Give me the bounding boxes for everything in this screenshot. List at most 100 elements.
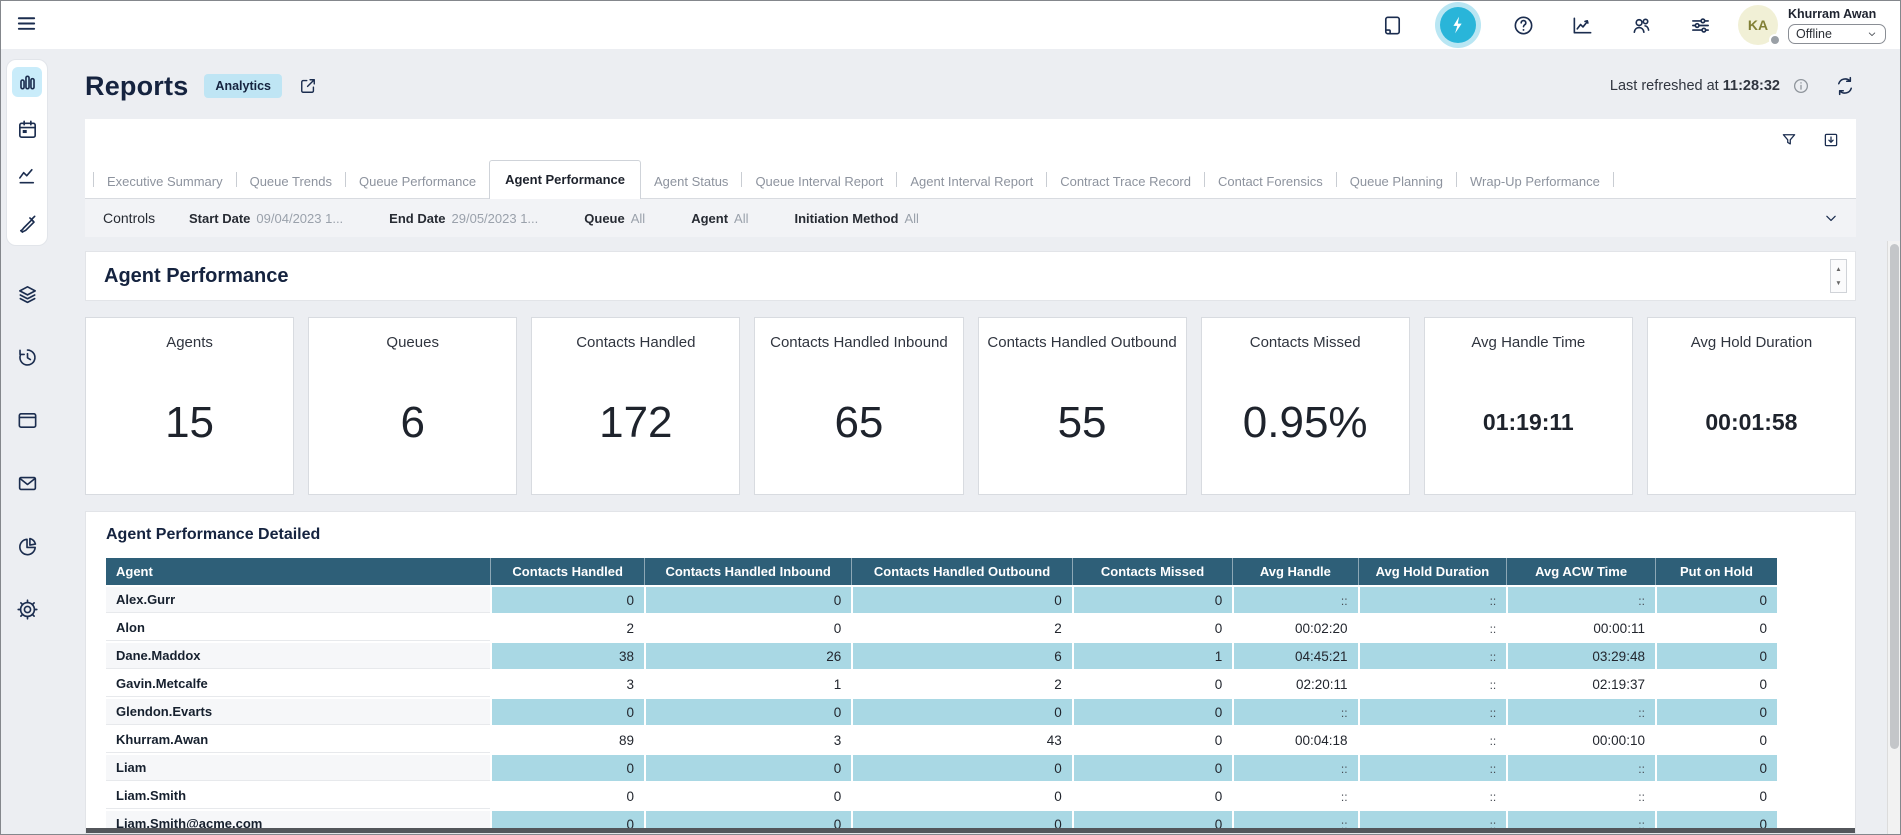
kpi-label: Avg Hold Duration xyxy=(1691,334,1812,351)
column-header-contacts-handled-inbound[interactable]: Contacts Handled Inbound xyxy=(644,558,851,585)
tab-agent-status[interactable]: Agent Status xyxy=(641,165,741,198)
column-header-contacts-handled-outbound[interactable]: Contacts Handled Outbound xyxy=(851,558,1072,585)
column-header-contacts-missed[interactable]: Contacts Missed xyxy=(1072,558,1232,585)
agent-name-cell: Liam xyxy=(106,755,490,781)
metric-cell: :: xyxy=(1506,587,1655,613)
vertical-scrollbar[interactable] xyxy=(1887,241,1900,834)
help-button[interactable] xyxy=(1512,14,1535,37)
sidebar-item-layers[interactable] xyxy=(12,279,42,309)
spinner-down-icon: ▼ xyxy=(1835,280,1841,287)
avatar[interactable]: KA xyxy=(1738,5,1778,45)
note-button[interactable] xyxy=(1381,14,1404,37)
kpi-card-agents: Agents15 xyxy=(85,317,294,495)
sidebar-item-history[interactable] xyxy=(12,342,42,372)
column-header-avg-handle[interactable]: Avg Handle xyxy=(1232,558,1357,585)
metric-cell: :: xyxy=(1506,755,1655,781)
info-icon[interactable] xyxy=(1792,77,1810,95)
sidebar-item-bar-chart[interactable] xyxy=(12,67,42,97)
tab-agent-performance[interactable]: Agent Performance xyxy=(489,160,641,199)
tab-contract-trace-record[interactable]: Contract Trace Record xyxy=(1047,165,1204,198)
vertical-scrollbar-thumb[interactable] xyxy=(1890,244,1899,749)
metric-cell: 0 xyxy=(1072,615,1232,641)
controls-filters: Start Date09/04/2023 1... End Date29/05/2… xyxy=(189,211,919,226)
filter-value: All xyxy=(904,211,918,226)
refresh-button[interactable] xyxy=(1834,75,1856,97)
metric-cell: 2 xyxy=(490,615,644,641)
kpi-label: Agents xyxy=(166,334,213,351)
filter-button[interactable] xyxy=(1780,131,1798,149)
column-header-avg-acw-time[interactable]: Avg ACW Time xyxy=(1506,558,1655,585)
analytics-icon xyxy=(1571,14,1594,37)
tab-queue-trends[interactable]: Queue Trends xyxy=(237,165,345,198)
sidebar-item-mail[interactable] xyxy=(12,468,42,498)
metric-cell: 0 xyxy=(851,699,1072,725)
tab-wrap-up-performance[interactable]: Wrap-Up Performance xyxy=(1457,165,1613,198)
settings-sliders-button[interactable] xyxy=(1689,14,1712,37)
filter-start-date[interactable]: Start Date09/04/2023 1... xyxy=(189,211,343,226)
page-header: Reports Analytics Last refreshed at 11:2… xyxy=(85,49,1856,119)
filter-end-date[interactable]: End Date29/05/2023 1... xyxy=(389,211,538,226)
metric-cell: 0 xyxy=(1655,615,1777,641)
agents-button[interactable] xyxy=(1630,14,1653,37)
kpi-label: Queues xyxy=(386,334,439,351)
metric-cell: 0 xyxy=(851,783,1072,809)
kpi-value: 15 xyxy=(165,351,214,494)
lightning-button[interactable] xyxy=(1440,7,1476,43)
sidebar-item-pie-chart[interactable] xyxy=(12,531,42,561)
sidebar-item-line-chart[interactable] xyxy=(12,161,42,191)
metric-cell: 0 xyxy=(1655,727,1777,753)
column-header-put-on-hold[interactable]: Put on Hold xyxy=(1655,558,1777,585)
sidebar-item-window[interactable] xyxy=(12,405,42,435)
gear-icon xyxy=(16,598,39,621)
filter-initiation-method[interactable]: Initiation MethodAll xyxy=(794,211,918,226)
controls-label: Controls xyxy=(103,210,189,226)
spinner-up-icon: ▲ xyxy=(1835,266,1841,273)
column-header-contacts-handled[interactable]: Contacts Handled xyxy=(490,558,644,585)
tab-queue-interval-report[interactable]: Queue Interval Report xyxy=(742,165,896,198)
kpi-card-contacts-handled-inbound: Contacts Handled Inbound65 xyxy=(754,317,963,495)
report-tabs: Executive SummaryQueue TrendsQueue Perfo… xyxy=(85,161,1856,199)
metric-cell: 3 xyxy=(490,671,644,697)
filter-agent[interactable]: AgentAll xyxy=(691,211,748,226)
analytics-button[interactable] xyxy=(1571,14,1594,37)
tab-agent-interval-report[interactable]: Agent Interval Report xyxy=(897,165,1046,198)
tab-executive-summary[interactable]: Executive Summary xyxy=(94,165,236,198)
horizontal-scrollbar[interactable] xyxy=(86,828,1855,833)
external-link-icon[interactable] xyxy=(298,76,318,96)
tab-queue-planning[interactable]: Queue Planning xyxy=(1337,165,1456,198)
status-dot xyxy=(1769,34,1781,46)
metric-cell: :: xyxy=(1358,615,1507,641)
table-row-khurram-awan: Khurram.Awan89343000:04:18::00:00:100 xyxy=(106,727,1777,753)
filter-label: Queue xyxy=(584,211,624,226)
hamburger-menu-button[interactable] xyxy=(13,12,39,38)
column-header-avg-hold-duration[interactable]: Avg Hold Duration xyxy=(1358,558,1507,585)
sidebar-item-gear[interactable] xyxy=(12,594,42,624)
table-row-liam: Liam0000::::::0 xyxy=(106,755,1777,781)
metric-cell: :: xyxy=(1506,699,1655,725)
metric-cell: 0 xyxy=(644,755,851,781)
metric-cell: 2 xyxy=(851,615,1072,641)
metric-cell: 0 xyxy=(1655,671,1777,697)
section-spinner[interactable]: ▲▼ xyxy=(1830,259,1847,293)
metric-cell: 6 xyxy=(851,643,1072,669)
tab-contact-forensics[interactable]: Contact Forensics xyxy=(1205,165,1336,198)
help-icon xyxy=(1512,14,1535,37)
metric-cell: :: xyxy=(1358,783,1507,809)
kpi-card-contacts-handled: Contacts Handled172 xyxy=(531,317,740,495)
agent-name-cell: Dane.Maddox xyxy=(106,643,490,669)
metric-cell: 0 xyxy=(1072,755,1232,781)
kpi-label: Contacts Handled Outbound xyxy=(987,334,1176,351)
topbar: KA Khurram Awan Offline xyxy=(1,1,1900,49)
agent-name-cell: Alon xyxy=(106,615,490,641)
download-button[interactable] xyxy=(1822,131,1840,149)
detail-table-panel: Agent Performance Detailed AgentContacts… xyxy=(85,511,1856,834)
status-select[interactable]: Offline xyxy=(1788,24,1886,44)
app-window: KA Khurram Awan Offline Reports Analytic… xyxy=(0,0,1901,835)
controls-collapse-chevron[interactable] xyxy=(1822,209,1840,227)
filter-queue[interactable]: QueueAll xyxy=(584,211,645,226)
sidebar-item-calendar[interactable] xyxy=(12,114,42,144)
sidebar-item-design-brush[interactable] xyxy=(12,208,42,238)
column-header-agent[interactable]: Agent xyxy=(106,558,490,585)
metric-cell: 0 xyxy=(1655,587,1777,613)
tab-queue-performance[interactable]: Queue Performance xyxy=(346,165,489,198)
